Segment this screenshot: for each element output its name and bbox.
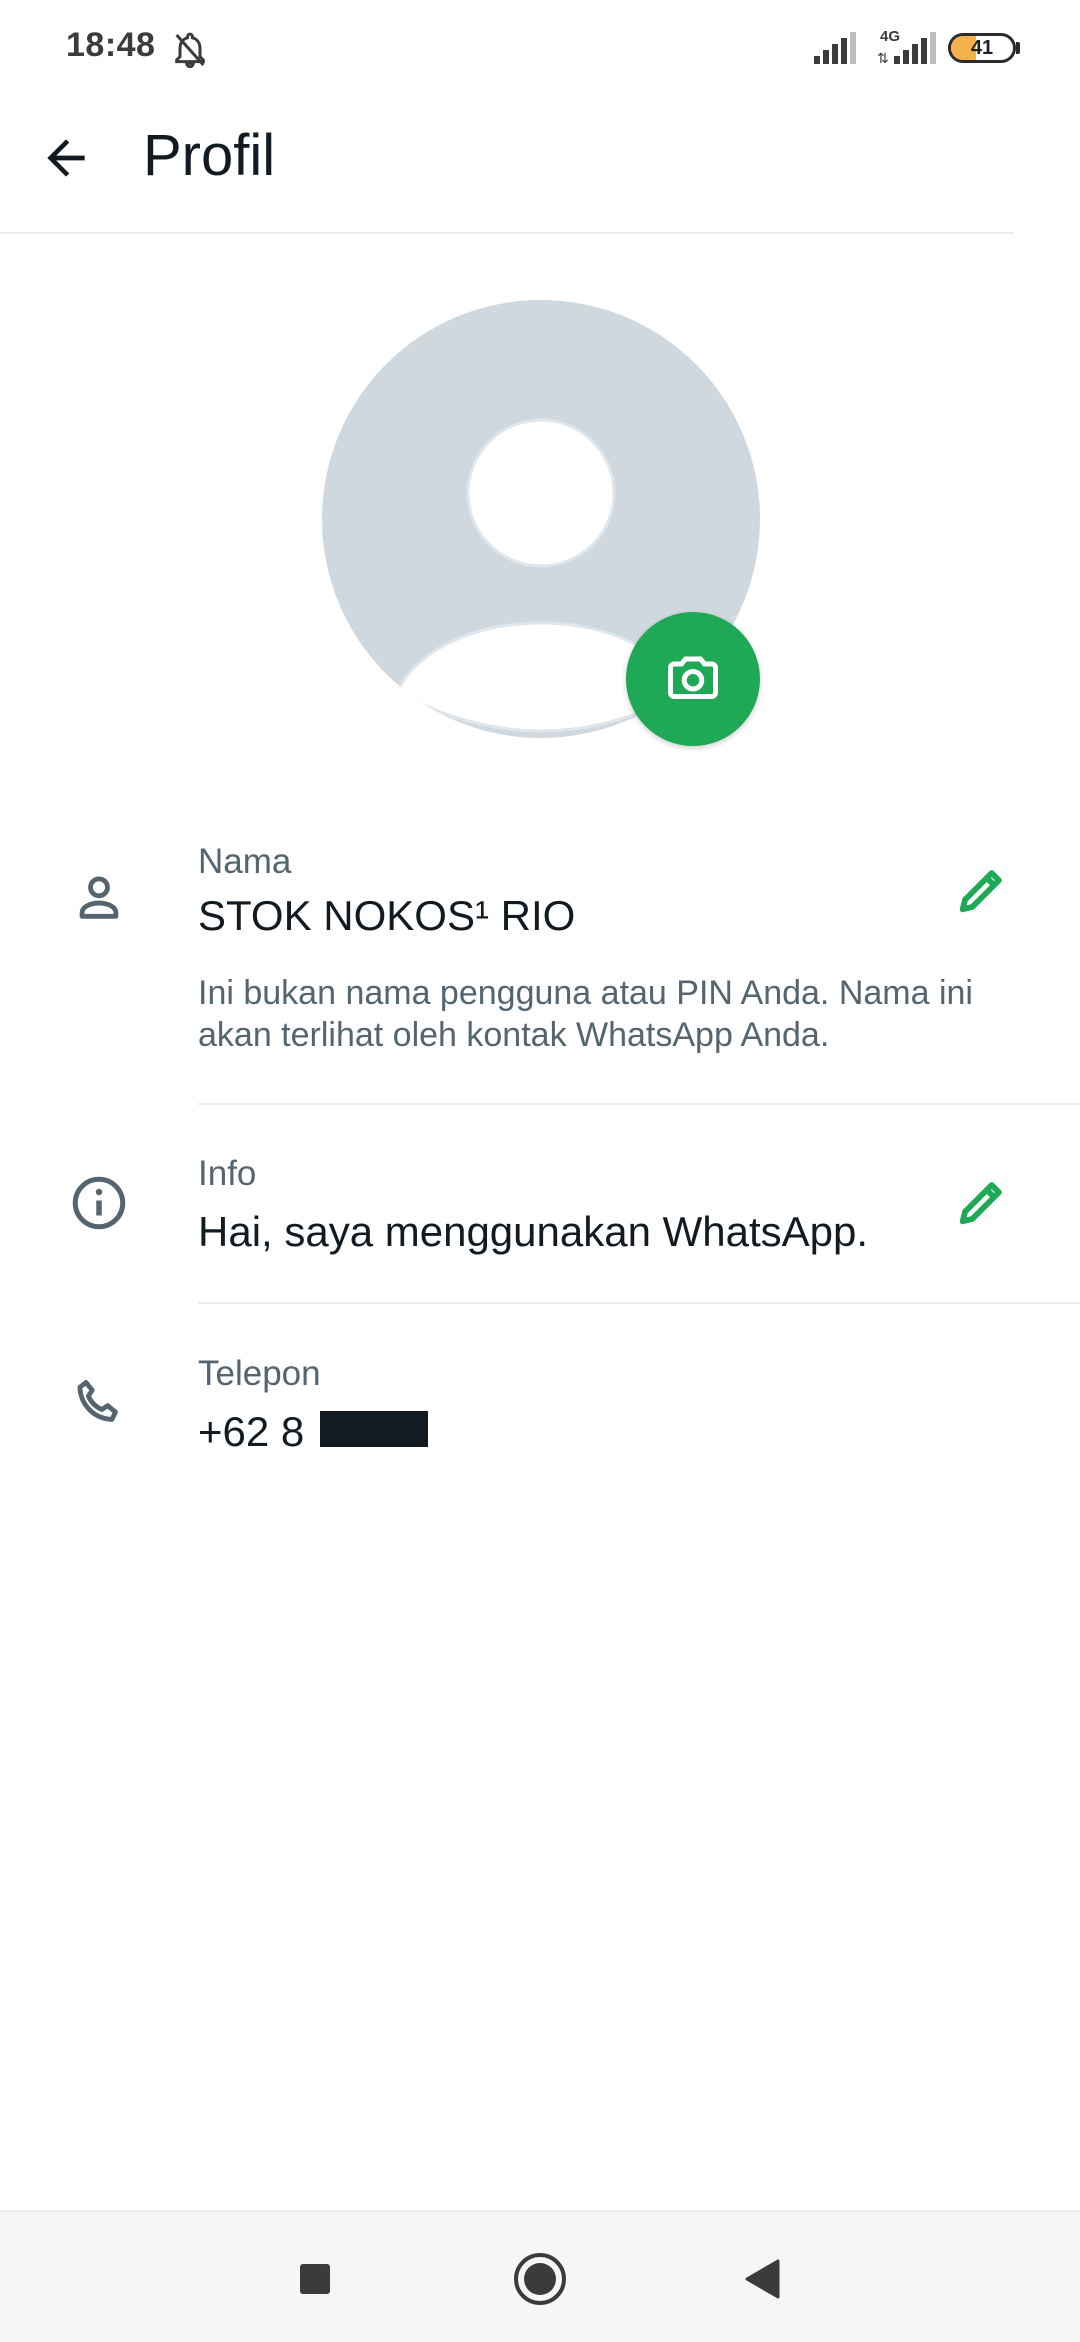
pencil-icon xyxy=(959,870,1002,913)
status-time: 18:48 xyxy=(66,26,156,64)
recents-button[interactable] xyxy=(278,2242,352,2316)
signal-icon xyxy=(894,32,936,64)
back-button[interactable] xyxy=(30,122,102,194)
data-arrows-icon: ⇅ xyxy=(877,50,889,66)
bell-off-icon xyxy=(175,32,205,69)
divider xyxy=(198,1302,1080,1304)
info-icon xyxy=(66,1170,132,1236)
app-bar-divider xyxy=(0,232,1014,234)
phone-label: Telepon xyxy=(198,1354,321,1393)
edit-info-button[interactable] xyxy=(946,1166,1018,1238)
arrow-left-icon xyxy=(47,139,85,177)
info-value: Hai, saya menggunakan WhatsApp. xyxy=(198,1208,869,1255)
divider xyxy=(198,1103,1080,1105)
app-bar: Profil xyxy=(0,100,1080,234)
pencil-icon xyxy=(959,1182,1002,1225)
page-title: Profil xyxy=(143,123,276,188)
name-hint: Ini bukan nama pengguna atau PIN Anda. N… xyxy=(198,974,973,1054)
name-row[interactable]: Nama STOK NOKOS¹ RIO Ini bukan nama peng… xyxy=(0,830,1080,1100)
info-label: Info xyxy=(198,1154,257,1193)
edit-name-button[interactable] xyxy=(946,854,1018,926)
name-label: Nama xyxy=(198,842,292,881)
camera-icon xyxy=(668,656,718,699)
name-value: STOK NOKOS¹ RIO xyxy=(198,892,576,939)
system-nav-bar xyxy=(0,2210,1080,2342)
phone-value: +62 8 xyxy=(198,1408,305,1455)
battery-level: 41 xyxy=(970,37,994,59)
back-triangle-icon xyxy=(745,2259,780,2299)
phone-row: Telepon +62 8 xyxy=(0,1350,1080,1500)
home-circle-icon xyxy=(514,2253,566,2305)
home-button[interactable] xyxy=(503,2242,577,2316)
info-row[interactable]: Info Hai, saya menggunakan WhatsApp. xyxy=(0,1150,1080,1300)
phone-value-container: +62 8 xyxy=(198,1408,429,1456)
status-bar: 18:48 4G ⇅ 41 xyxy=(0,0,1080,100)
person-icon xyxy=(66,864,132,930)
recents-square-icon xyxy=(300,2264,330,2294)
redacted-block xyxy=(320,1410,429,1447)
battery-icon: 41 xyxy=(948,33,1016,63)
signal-icon xyxy=(814,32,856,64)
nav-back-button[interactable] xyxy=(725,2242,799,2316)
phone-icon xyxy=(66,1370,132,1436)
change-photo-button[interactable] xyxy=(626,612,760,746)
